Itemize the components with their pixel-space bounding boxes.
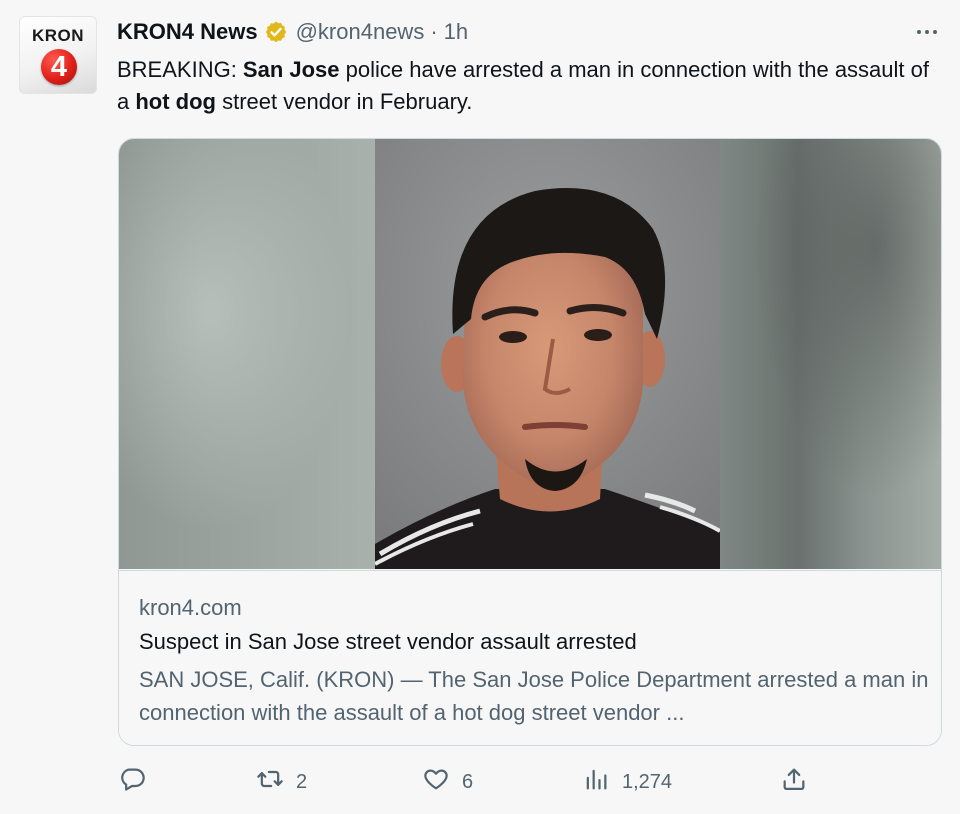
like-button[interactable]: 6 — [422, 764, 473, 800]
mugshot-photo — [375, 139, 720, 569]
avatar[interactable]: KRON 4 — [19, 16, 97, 94]
avatar-logo-badge: 4 — [41, 49, 77, 85]
reply-button[interactable] — [118, 764, 158, 800]
tweet-text: BREAKING: San Jose police have arrested … — [117, 54, 937, 118]
link-preview-card[interactable]: kron4.com Suspect in San Jose street ven… — [118, 138, 942, 746]
card-domain: kron4.com — [139, 595, 242, 620]
card-body[interactable]: kron4.com Suspect in San Jose street ven… — [119, 570, 941, 745]
tweet-text-segment: BREAKING: — [117, 57, 243, 82]
retweet-icon — [256, 765, 284, 799]
tweet-text-segment[interactable]: hot dog — [135, 89, 216, 114]
views-bar-icon — [582, 765, 610, 799]
display-name[interactable]: KRON4 News — [117, 19, 258, 45]
tweet-timestamp[interactable]: 1h — [444, 19, 468, 45]
tweet-actions: 2 6 1,274 — [118, 764, 818, 800]
card-image-blur-right — [720, 139, 941, 569]
tweet-header: KRON4 News @kron4news · 1h — [117, 18, 468, 46]
share-button[interactable] — [780, 764, 820, 800]
tweet-text-segment: street vendor in February. — [216, 89, 473, 114]
avatar-logo-number: 4 — [50, 51, 68, 83]
avatar-logo-text: KRON — [31, 26, 85, 45]
header-separator: · — [430, 19, 438, 44]
card-image-blur-left — [119, 139, 375, 569]
more-options-icon[interactable] — [912, 20, 942, 44]
verified-badge-icon[interactable] — [264, 20, 288, 44]
user-handle[interactable]: @kron4news — [296, 19, 425, 45]
heart-icon — [422, 765, 450, 799]
views-button[interactable]: 1,274 — [582, 764, 672, 800]
retweet-button[interactable]: 2 — [256, 764, 307, 800]
views-count: 1,274 — [622, 770, 673, 793]
card-title: Suspect in San Jose street vendor assaul… — [139, 629, 637, 654]
like-count: 6 — [462, 770, 474, 793]
card-description: SAN JOSE, Calif. (KRON) — The San Jose P… — [139, 667, 929, 725]
card-image[interactable] — [119, 139, 941, 569]
retweet-count: 2 — [296, 770, 308, 793]
tweet-text-segment[interactable]: San Jose — [243, 57, 340, 82]
reply-icon — [118, 765, 146, 799]
share-icon — [780, 765, 808, 799]
